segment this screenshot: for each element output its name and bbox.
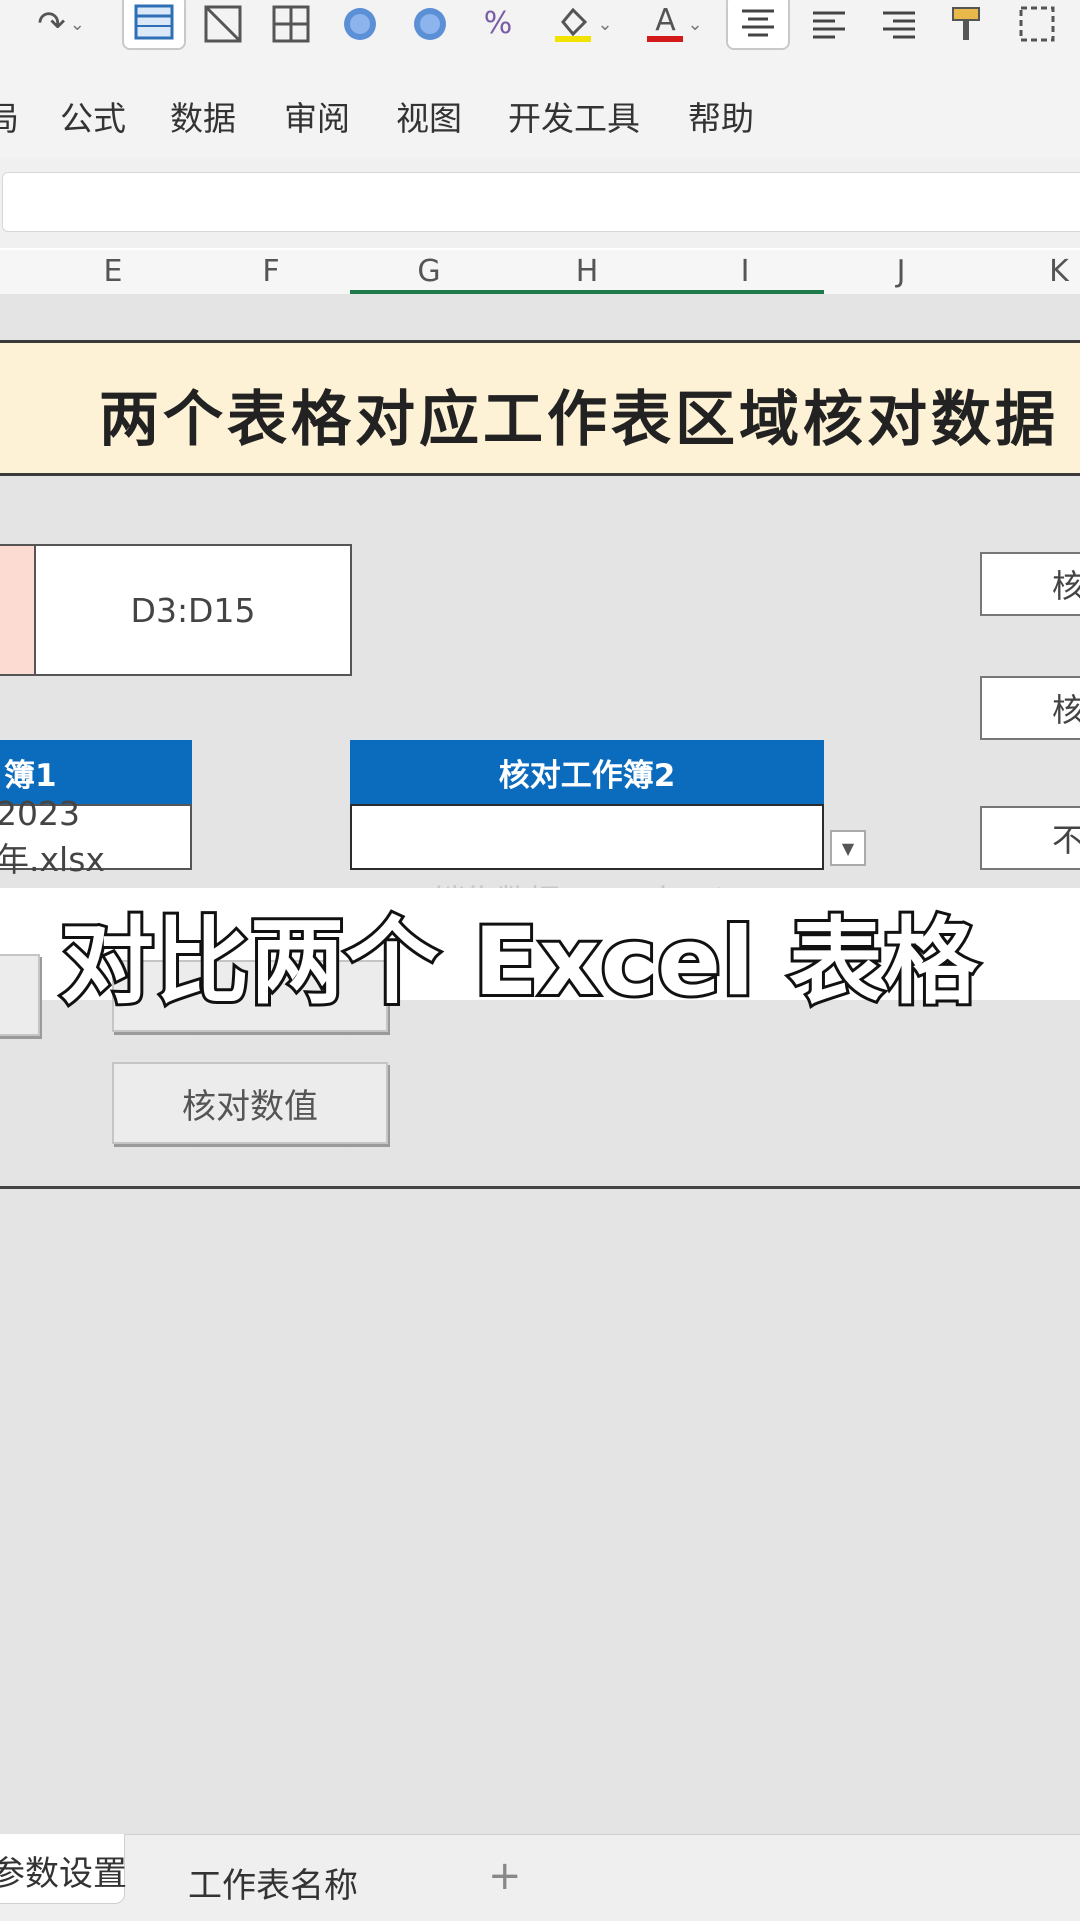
align-center-icon[interactable] — [726, 0, 790, 50]
redo-icon[interactable]: ↷ ⌄ — [36, 0, 86, 48]
chevron-down-icon[interactable]: ▼ — [830, 830, 866, 866]
sheet-tab-bar — [0, 1834, 1080, 1921]
column-header-row: E F G H I J K — [0, 250, 1080, 295]
sheet-icon[interactable] — [200, 0, 246, 48]
fill-color-icon[interactable]: ⌄ — [548, 0, 618, 48]
fill-circle-icon[interactable] — [410, 0, 450, 48]
side-button-check-1[interactable]: 核 — [980, 552, 1080, 616]
page-title: 两个表格对应工作表区域核对数据 — [99, 385, 1059, 455]
insert-table-icon[interactable] — [122, 0, 186, 50]
partial-button[interactable] — [0, 954, 40, 1036]
side-button-diff[interactable]: 不 — [980, 806, 1080, 870]
grid-line — [824, 294, 825, 1834]
menu-item-help[interactable]: 帮助 — [688, 92, 754, 140]
frame-icon[interactable] — [1014, 0, 1060, 48]
menu-item-partial[interactable]: 局 — [0, 92, 19, 140]
font-color-icon[interactable]: A ⌄ — [640, 0, 710, 48]
menu-bar: 局 公式 数据 审阅 视图 开发工具 帮助 — [0, 68, 1080, 159]
title-banner: 两个表格对应工作表区域核对数据 — [0, 340, 1080, 476]
workbook2-header: 核对工作簿2 — [350, 740, 824, 804]
menu-item-developer[interactable]: 开发工具 — [508, 92, 640, 140]
grid-line — [666, 294, 667, 1834]
range-cell[interactable]: D3:D15 — [34, 544, 352, 676]
workbook2-select[interactable] — [350, 804, 824, 870]
column-header-j[interactable]: J — [878, 254, 924, 289]
menu-item-view[interactable]: 视图 — [396, 92, 462, 140]
video-caption: 对比两个 Excel 表格 — [57, 905, 981, 1020]
percent-icon[interactable]: % — [478, 0, 518, 48]
column-header-k[interactable]: K — [1036, 254, 1080, 289]
format-painter-icon[interactable] — [944, 0, 990, 48]
column-header-h[interactable]: H — [564, 254, 610, 289]
tab-sheet-names[interactable]: 工作表名称 — [188, 1858, 358, 1907]
column-header-i[interactable]: I — [722, 254, 768, 289]
menu-item-data[interactable]: 数据 — [170, 92, 236, 140]
section-divider — [0, 1186, 1080, 1189]
add-sheet-icon[interactable]: + — [488, 1853, 522, 1899]
fill-circle-icon[interactable] — [340, 0, 380, 48]
grid-line — [982, 294, 983, 1834]
column-header-e[interactable]: E — [90, 254, 136, 289]
grid-line — [508, 294, 509, 1834]
tab-label: 参数设置 — [0, 1854, 127, 1894]
align-left-icon[interactable] — [806, 0, 852, 48]
highlighted-cell[interactable] — [0, 544, 36, 676]
grid-line — [34, 294, 35, 1834]
workbook1-value[interactable]: 2023年.xlsx — [0, 794, 192, 879]
tab-parameter-settings[interactable]: 参数设置 — [0, 1834, 127, 1904]
formula-input[interactable] — [2, 172, 1080, 232]
column-header-f[interactable]: F — [248, 254, 294, 289]
side-button-check-2[interactable]: 核 — [980, 676, 1080, 740]
check-values-button[interactable]: 核对数值 — [112, 1062, 388, 1144]
align-right-icon[interactable] — [876, 0, 922, 48]
menu-item-formulas[interactable]: 公式 — [60, 92, 126, 140]
menu-item-review[interactable]: 审阅 — [284, 92, 350, 140]
border-grid-icon[interactable] — [268, 0, 314, 48]
column-header-g[interactable]: G — [406, 254, 452, 289]
